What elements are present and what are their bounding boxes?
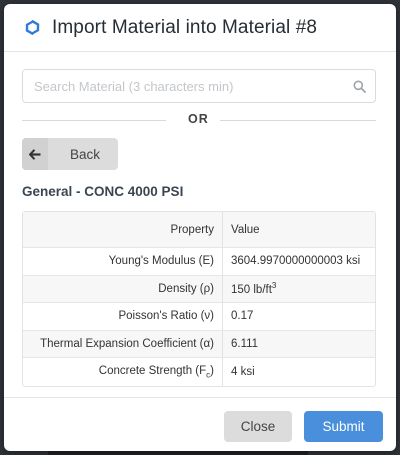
header-property: Property — [23, 212, 223, 248]
property-cell: Concrete Strength (Fc) — [23, 358, 223, 386]
property-text: Concrete Strength (F — [98, 365, 207, 378]
search-icon[interactable] — [353, 80, 366, 93]
properties-table: Property Value Young's Modulus (E) 3604.… — [22, 211, 376, 387]
value-cell: 4 ksi — [231, 366, 255, 379]
or-text: OR — [188, 112, 209, 126]
table-row: Poisson's Ratio (ν) 0.17 — [23, 303, 375, 331]
value-superscript: 3 — [271, 281, 277, 291]
table-row: Thermal Expansion Coefficient (α) 6.111 — [23, 330, 375, 359]
value-cell: 150 lb/ft3 — [223, 275, 375, 304]
value-cell: 0.17 — [223, 303, 375, 331]
back-label: Back — [70, 146, 101, 162]
search-input[interactable] — [23, 70, 343, 102]
arrow-left-icon — [22, 138, 48, 170]
submit-button[interactable]: Submit — [304, 411, 383, 442]
back-button[interactable]: Back — [22, 138, 118, 170]
property-cell: Thermal Expansion Coefficient (α) — [23, 330, 223, 359]
property-cell: Density (ρ) — [23, 275, 223, 304]
close-button[interactable]: Close — [224, 411, 292, 442]
import-material-modal: Import Material into Material #8 OR Back… — [4, 4, 396, 451]
property-cell: Poisson's Ratio (ν) — [23, 303, 223, 331]
value-cell: 6.111 — [223, 330, 375, 359]
table-row: Concrete Strength (Fc) 4 ksi — [23, 358, 375, 386]
modal-footer: Close Submit — [4, 397, 396, 451]
property-suffix: ) — [210, 365, 214, 378]
section-title: General - CONC 4000 PSI — [22, 184, 184, 199]
header-value: Value — [223, 212, 375, 248]
table-row: Density (ρ) 150 lb/ft3 — [23, 275, 375, 304]
divider-line-left — [22, 120, 166, 121]
property-cell: Young's Modulus (E) — [23, 248, 223, 276]
modal-title: Import Material into Material #8 — [52, 16, 318, 38]
value-cell: 3604.9970000000003 ksi — [223, 248, 375, 276]
sync-logo-icon — [23, 18, 42, 37]
value-text: 150 lb/ft — [231, 284, 272, 297]
table-row: Young's Modulus (E) 3604.9970000000003 k… — [23, 248, 375, 276]
or-divider: OR — [22, 112, 376, 128]
search-box[interactable] — [22, 69, 376, 103]
table-header-row: Property Value — [23, 212, 375, 248]
modal-header: Import Material into Material #8 — [4, 4, 396, 52]
divider-line-right — [220, 120, 376, 121]
